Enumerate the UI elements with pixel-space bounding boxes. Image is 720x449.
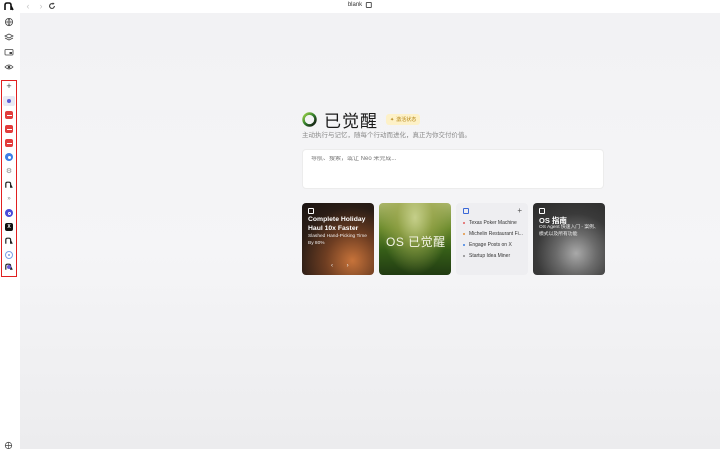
list-item[interactable]: Texas Poker Machine [463, 217, 525, 228]
app-gear[interactable]: ⚙ [5, 167, 13, 175]
bullet-icon [463, 254, 465, 257]
circle-app-icon [8, 254, 10, 256]
list-item[interactable]: Startup Idea Miner [463, 250, 525, 261]
mail-icon [6, 128, 12, 130]
eye-icon[interactable] [4, 62, 14, 72]
holiday-card[interactable]: Complete Holiday Haul 10x Faster Slashed… [302, 203, 374, 275]
task-label: Startup Idea Miner [469, 252, 511, 259]
x-logo-icon: X [7, 224, 11, 230]
awakened-card-title: OS 已觉醒 [386, 235, 446, 249]
app-red-1[interactable] [5, 111, 13, 119]
forward-icon[interactable]: › [36, 1, 46, 11]
add-task-button[interactable]: + [517, 206, 522, 215]
book-icon [539, 208, 545, 214]
settings-globe-icon[interactable] [4, 441, 13, 449]
tab-title-label: blank [347, 2, 363, 8]
pinned-apps-group: + ⚙ » X [1, 80, 17, 277]
shield-icon [463, 208, 469, 214]
list-item[interactable]: Michelin Restaurant Fi... [463, 228, 525, 239]
status-badge: ✦ 激活状态 [386, 114, 421, 125]
gear-icon: ⚙ [5, 168, 13, 175]
status-badge-label: 激活状态 [396, 117, 417, 123]
card-icon [308, 208, 314, 214]
chevron-right-icon: » [7, 196, 11, 202]
tasks-card[interactable]: + Texas Poker Machine Michelin Restauran… [456, 203, 528, 275]
mail-icon [6, 142, 12, 144]
page-subtitle: 主动执行与记忆，随每个行动而进化，真正为你交付价值。 [302, 132, 471, 139]
guide-card[interactable]: OS 指南 OS Agent 快速入门 - 案例、模式以及所有功能 [533, 203, 605, 275]
app-blue-2[interactable] [5, 209, 13, 217]
main-content: 已觉醒 ✦ 激活状态 主动执行与记忆，随每个行动而进化，真正为你交付价值。 Co… [20, 13, 720, 449]
back-icon[interactable]: ‹ [23, 1, 33, 11]
purple-dot-icon [7, 265, 11, 269]
app-red-3[interactable] [5, 139, 13, 147]
holiday-card-title: Complete Holiday Haul 10x Faster [308, 216, 366, 232]
task-label: Engage Posts on X [469, 241, 512, 248]
tab-title[interactable]: blank [347, 2, 373, 8]
sparkle-icon: ✦ [390, 116, 395, 123]
holiday-card-desc: Slashed Hand-Picking Time By 80% [308, 234, 367, 246]
sidebar: + ⚙ » X [0, 13, 20, 449]
app-neo-logo-2[interactable] [5, 237, 13, 245]
command-box[interactable] [302, 149, 604, 189]
app-neo-active[interactable] [3, 96, 15, 106]
bullet-icon [463, 232, 465, 235]
ring-app-icon [7, 211, 11, 215]
command-input[interactable] [311, 156, 591, 162]
app-blue-3[interactable] [5, 251, 13, 259]
mail-icon [6, 114, 12, 116]
top-bar: ‹ › blank [0, 0, 720, 13]
layers-icon[interactable] [4, 32, 14, 42]
neo-dot-icon [7, 99, 11, 103]
app-neo-logo-1[interactable] [5, 181, 13, 189]
task-list: Texas Poker Machine Michelin Restaurant … [463, 217, 525, 261]
task-label: Texas Poker Machine [469, 219, 517, 226]
guide-card-desc: OS Agent 快速入门 - 案例、模式以及所有功能 [539, 225, 599, 237]
circle-app-icon [7, 155, 11, 159]
add-app-button[interactable]: + [5, 81, 13, 91]
carousel-arrows[interactable]: ‹ › [331, 263, 355, 269]
copy-icon[interactable] [366, 2, 373, 8]
neo-ring-icon [302, 112, 317, 127]
bullet-icon [463, 243, 465, 246]
folder-icon[interactable] [4, 47, 14, 57]
app-red-2[interactable] [5, 125, 13, 133]
globe-icon[interactable] [4, 17, 14, 27]
reload-icon[interactable] [48, 2, 56, 10]
app-x[interactable]: X [5, 223, 13, 231]
app-purple[interactable] [5, 263, 13, 271]
task-label: Michelin Restaurant Fi... [469, 230, 523, 237]
bullet-icon [463, 221, 465, 224]
neo-logo-icon[interactable] [4, 2, 14, 11]
app-blue-1[interactable] [5, 153, 13, 161]
app-chevron[interactable]: » [5, 195, 13, 203]
awakened-card[interactable]: OS 已觉醒 [379, 203, 451, 275]
list-item[interactable]: Engage Posts on X [463, 239, 525, 250]
